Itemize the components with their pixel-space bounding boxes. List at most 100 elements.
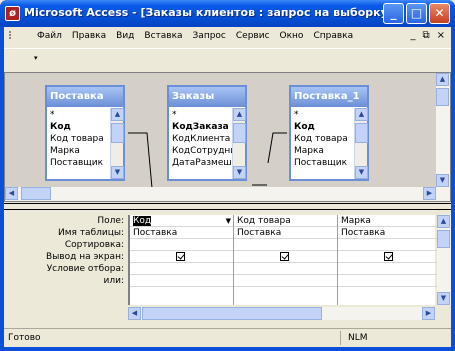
menu-insert[interactable]: Вставка	[139, 31, 187, 41]
scroll-up-icon[interactable]: ▲	[111, 108, 124, 121]
scroll-thumb[interactable]	[111, 123, 124, 143]
grid-column[interactable]: Код товара Поставка	[234, 215, 338, 305]
field-cell[interactable]: Марка	[338, 215, 437, 227]
menu-view[interactable]: Вид	[111, 31, 139, 41]
maximize-button[interactable]: □	[406, 3, 427, 24]
scroll-up-icon[interactable]: ▲	[437, 215, 450, 228]
toolbar-options-chevron-icon[interactable]: ▾	[34, 54, 38, 62]
field-item[interactable]: КодСотрудни	[172, 145, 234, 157]
scroll-up-icon[interactable]: ▲	[436, 73, 449, 86]
field-cell[interactable]: Код товара	[234, 215, 337, 227]
field-item[interactable]: КодКлиента	[172, 133, 234, 145]
scroll-left-icon[interactable]: ◀	[128, 307, 141, 320]
scroll-down-icon[interactable]: ▼	[111, 166, 124, 179]
title-bar[interactable]: ø Microsoft Access - [Заказы клиентов : …	[0, 0, 455, 27]
table-title[interactable]: Поставка_1	[291, 87, 367, 107]
show-checkbox[interactable]	[176, 252, 185, 261]
scroll-down-icon[interactable]: ▼	[355, 166, 368, 179]
minimize-button[interactable]: _	[383, 3, 404, 24]
field-item[interactable]: Поставщик	[294, 157, 356, 169]
field-item[interactable]: Код	[294, 121, 356, 133]
scroll-thumb[interactable]	[355, 123, 368, 143]
or-cell[interactable]	[234, 275, 337, 287]
scroll-thumb[interactable]	[233, 123, 246, 143]
row-label-table: Имя таблицы:	[58, 228, 124, 238]
dropdown-arrow-icon[interactable]: ▼	[226, 215, 231, 226]
field-item[interactable]: Код товара	[294, 133, 356, 145]
field-item[interactable]: Код	[50, 121, 112, 133]
scroll-left-icon[interactable]: ◀	[5, 187, 18, 200]
field-item[interactable]: *	[172, 109, 234, 121]
grid-vertical-scrollbar[interactable]: ▲ ▼	[437, 215, 451, 305]
scroll-thumb[interactable]	[142, 307, 322, 320]
field-cell[interactable]: Код ▼	[130, 215, 233, 227]
or-cell[interactable]	[338, 275, 437, 287]
scroll-thumb[interactable]	[436, 88, 449, 106]
scroll-up-icon[interactable]: ▲	[233, 108, 246, 121]
criteria-cell[interactable]	[234, 263, 337, 275]
menu-tools[interactable]: Сервис	[231, 31, 275, 41]
pane-splitter[interactable]	[4, 203, 451, 210]
grid-column[interactable]: Код ▼ Поставка	[130, 215, 234, 305]
table-scrollbar[interactable]: ▲ ▼	[232, 108, 246, 179]
grid-column[interactable]: Марка Поставка	[338, 215, 437, 305]
menu-query[interactable]: Запрос	[188, 31, 231, 41]
scroll-down-icon[interactable]: ▼	[437, 292, 450, 305]
grid-horizontal-scrollbar[interactable]: ◀ ▶	[128, 307, 435, 320]
menu-help[interactable]: Справка	[308, 31, 358, 41]
scroll-down-icon[interactable]: ▼	[233, 166, 246, 179]
table-cell[interactable]: Поставка	[234, 227, 337, 239]
application-window: ø Microsoft Access - [Заказы клиентов : …	[0, 0, 455, 351]
table-title[interactable]: Заказы	[169, 87, 245, 107]
field-item[interactable]: Поставщик	[50, 157, 112, 169]
or-cell[interactable]	[130, 275, 233, 287]
field-item[interactable]: Код товара	[50, 133, 112, 145]
menu-file[interactable]: Файл	[32, 31, 67, 41]
table-postavka-1[interactable]: Поставка_1 * Код Код товара Марка Постав…	[289, 85, 369, 181]
sort-cell[interactable]	[234, 239, 337, 251]
menu-items: Файл Правка Вид Вставка Запрос Сервис Ок…	[32, 31, 358, 41]
mdi-minimize-button[interactable]: _	[410, 30, 415, 41]
show-checkbox[interactable]	[384, 252, 393, 261]
field-item[interactable]: КодЗаказа	[172, 121, 234, 133]
access-key-icon[interactable]: ø	[5, 6, 20, 21]
query-design-grid: Код ▼ Поставка Код товара Поставка Марка…	[128, 215, 437, 305]
design-grid-pane: Поле: Имя таблицы: Сортировка: Вывод на …	[4, 211, 451, 324]
show-checkbox[interactable]	[280, 252, 289, 261]
scroll-thumb[interactable]	[437, 230, 450, 248]
table-postavka[interactable]: Поставка * Код Код товара Марка Поставщи…	[45, 85, 125, 181]
table-cell[interactable]: Поставка	[130, 227, 233, 239]
pane-vertical-scrollbar[interactable]: ▲ ▼	[436, 73, 450, 201]
close-button[interactable]: ✕	[429, 3, 450, 24]
row-label-sort: Сортировка:	[64, 240, 124, 250]
show-cell[interactable]	[234, 251, 337, 263]
field-item[interactable]: Марка	[294, 145, 356, 157]
criteria-cell[interactable]	[338, 263, 437, 275]
table-scrollbar[interactable]: ▲ ▼	[110, 108, 124, 179]
criteria-cell[interactable]	[130, 263, 233, 275]
scroll-up-icon[interactable]: ▲	[355, 108, 368, 121]
menu-window[interactable]: Окно	[275, 31, 309, 41]
table-scrollbar[interactable]: ▲ ▼	[354, 108, 368, 179]
show-cell[interactable]	[130, 251, 233, 263]
scroll-thumb[interactable]	[21, 187, 51, 200]
menu-bar: Файл Правка Вид Вставка Запрос Сервис Ок…	[4, 27, 451, 47]
table-title[interactable]: Поставка	[47, 87, 123, 107]
field-item[interactable]: Марка	[50, 145, 112, 157]
table-zakazy[interactable]: Заказы * КодЗаказа КодКлиента КодСотрудн…	[167, 85, 247, 181]
mdi-restore-button[interactable]: ⧉	[422, 30, 429, 41]
table-cell[interactable]: Поставка	[338, 227, 437, 239]
field-item[interactable]: ДатаРазмеш	[172, 157, 234, 169]
sort-cell[interactable]	[338, 239, 437, 251]
menu-edit[interactable]: Правка	[67, 31, 111, 41]
mdi-close-button[interactable]: ×	[437, 30, 445, 41]
field-item[interactable]: *	[50, 109, 112, 121]
scroll-right-icon[interactable]: ▶	[423, 187, 436, 200]
show-cell[interactable]	[338, 251, 437, 263]
scroll-right-icon[interactable]: ▶	[422, 307, 435, 320]
scroll-down-icon[interactable]: ▼	[436, 174, 449, 187]
pane-horizontal-scrollbar[interactable]: ◀ ▶	[5, 187, 437, 201]
sort-cell[interactable]	[130, 239, 233, 251]
field-item[interactable]: *	[294, 109, 356, 121]
toolbar-grip-icon[interactable]	[7, 30, 17, 43]
